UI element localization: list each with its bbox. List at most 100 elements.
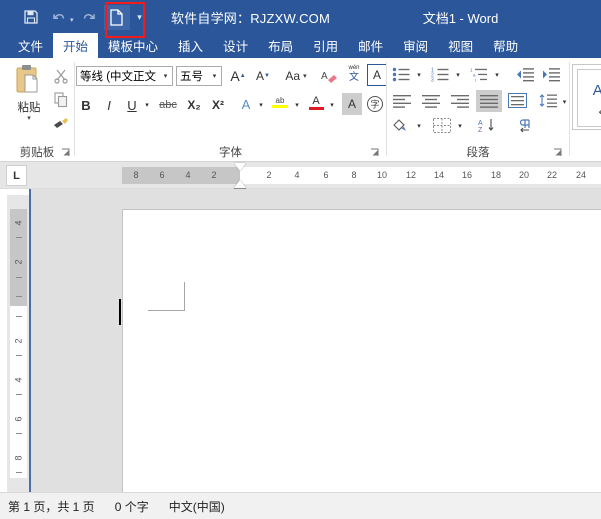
paste-dropdown-icon[interactable]: ▾ [8, 115, 50, 123]
align-center-icon[interactable] [418, 91, 443, 112]
word-window: ▾ ▾ 软件自学网：RJZXW.COM 文档1 - Word 文件 开始 模板中… [0, 0, 601, 519]
show-marks-icon[interactable] [513, 115, 537, 136]
first-line-indent-marker[interactable] [234, 163, 246, 171]
format-painter-icon[interactable] [50, 114, 72, 134]
style-preview-text: AaBl [592, 82, 601, 99]
group-clipboard: 粘贴 ▾ 剪贴板 [0, 58, 74, 162]
multilevel-list-icon[interactable]: 1ai [467, 64, 491, 85]
tab-mailings[interactable]: 邮件 [348, 33, 393, 58]
shading-dropdown-icon[interactable]: ▾ [413, 115, 425, 136]
clipboard-dialog-launcher[interactable] [60, 148, 71, 159]
align-left-icon[interactable] [389, 91, 414, 112]
styles-gallery[interactable]: AaBl ↵ 正 [572, 64, 601, 130]
clipboard-icon [14, 64, 44, 98]
hruler-num-13: 20 [518, 170, 530, 180]
status-word-count[interactable]: 0 个字 [115, 498, 149, 515]
tab-design[interactable]: 设计 [213, 33, 258, 58]
align-right-icon[interactable] [447, 91, 472, 112]
status-bar: 第 1 页，共 1 页 0 个字 中文(中国) [0, 492, 601, 519]
italic-button[interactable]: I [99, 94, 119, 116]
font-color-dropdown-icon[interactable]: ▾ [326, 94, 338, 116]
style-item-normal[interactable]: AaBl ↵ 正 [577, 69, 601, 127]
document-page[interactable] [122, 209, 601, 492]
tab-layout[interactable]: 布局 [258, 33, 303, 58]
document-title: 文档1 - Word [422, 11, 499, 26]
tab-stop-selector[interactable]: L [6, 165, 27, 186]
borders-icon[interactable] [430, 115, 454, 136]
hruler-num-7: 8 [351, 170, 357, 180]
highlight-icon[interactable]: ab [269, 91, 291, 113]
bold-button[interactable]: B [76, 94, 96, 116]
paste-button[interactable]: 粘贴 ▾ [8, 62, 50, 134]
font-size-dropdown-icon[interactable]: ▾ [208, 72, 221, 80]
decrease-indent-icon[interactable] [513, 64, 537, 85]
tab-file[interactable]: 文件 [8, 33, 53, 58]
status-language[interactable]: 中文(中国) [169, 498, 225, 515]
character-shading-icon[interactable]: A [342, 93, 362, 115]
svg-text:3: 3 [431, 78, 434, 83]
horizontal-ruler[interactable]: L 8 6 4 2 2 4 6 8 10 12 14 16 18 20 22 2… [0, 162, 601, 196]
text-effects-icon[interactable]: A [236, 93, 256, 115]
hruler-num-10: 14 [433, 170, 445, 180]
svg-text:字: 字 [371, 99, 380, 110]
increase-indent-icon[interactable] [539, 64, 563, 85]
vruler-num-3: 4 [13, 377, 24, 383]
font-name-value: 等线 (中文正文 [80, 71, 157, 83]
document-left-edge-accent [29, 189, 31, 492]
underline-button[interactable]: U [122, 94, 142, 116]
group-font: 等线 (中文正文 ▾ 五号 ▾ A ▲ A ▼ Aa ▾ A wén 文 A B… [75, 58, 387, 162]
character-border-icon[interactable]: A [367, 64, 387, 86]
text-cursor [119, 299, 121, 325]
superscript-button[interactable]: X² [207, 94, 229, 116]
tab-help[interactable]: 帮助 [483, 33, 528, 58]
borders-dropdown-icon[interactable]: ▾ [454, 115, 466, 136]
tab-home[interactable]: 开始 [53, 33, 99, 58]
font-name-combo[interactable]: 等线 (中文正文 ▾ [76, 66, 173, 86]
bullets-dropdown-icon[interactable]: ▾ [413, 64, 425, 85]
shading-icon[interactable] [389, 115, 413, 136]
horizontal-ruler-track[interactable]: 8 6 4 2 2 4 6 8 10 12 14 16 18 20 22 24 [122, 163, 601, 196]
strikethrough-button[interactable]: abc [155, 94, 181, 116]
font-size-combo[interactable]: 五号 ▾ [176, 66, 222, 86]
hruler-num-15: 24 [575, 170, 587, 180]
tab-review[interactable]: 审阅 [393, 33, 438, 58]
change-case-icon[interactable]: Aa ▾ [281, 65, 311, 87]
highlight-dropdown-icon[interactable]: ▾ [291, 94, 303, 116]
hruler-num-8: 10 [376, 170, 388, 180]
tab-references[interactable]: 引用 [303, 33, 348, 58]
ribbon: 粘贴 ▾ 剪贴板 等线 (中文正文 ▾ 五号 ▾ A ▲ A ▼ Aa ▾ A … [0, 58, 601, 162]
grow-font-icon[interactable]: A ▲ [227, 65, 249, 87]
paragraph-dialog-launcher[interactable] [552, 148, 563, 159]
hruler-num-3: 2 [211, 170, 217, 180]
tab-template-center[interactable]: 模板中心 [98, 33, 168, 58]
tab-view[interactable]: 视图 [438, 33, 483, 58]
font-dialog-launcher[interactable] [369, 148, 380, 159]
bullets-icon[interactable] [389, 64, 413, 85]
tab-insert[interactable]: 插入 [168, 33, 213, 58]
hruler-num-6: 6 [323, 170, 329, 180]
subscript-button[interactable]: X₂ [183, 94, 205, 116]
status-page-info[interactable]: 第 1 页，共 1 页 [8, 498, 95, 515]
shrink-font-icon[interactable]: A ▼ [252, 65, 274, 87]
phonetic-guide-icon[interactable]: wén 文 [344, 63, 364, 85]
underline-dropdown-icon[interactable]: ▾ [141, 94, 153, 116]
numbering-icon[interactable]: 123 [428, 64, 452, 85]
multilevel-dropdown-icon[interactable]: ▾ [491, 64, 503, 85]
cut-icon[interactable] [50, 66, 72, 86]
hanging-indent-marker[interactable] [234, 180, 246, 188]
line-spacing-icon[interactable] [537, 90, 559, 111]
vertical-ruler[interactable]: 4 2 2 4 6 8 [7, 195, 29, 492]
font-name-dropdown-icon[interactable]: ▾ [159, 72, 172, 80]
enclose-character-icon[interactable]: 字 [365, 93, 385, 115]
font-color-icon[interactable]: A [306, 91, 326, 113]
numbering-dropdown-icon[interactable]: ▾ [452, 64, 464, 85]
justify-icon[interactable] [476, 90, 502, 112]
text-effects-dropdown-icon[interactable]: ▾ [255, 94, 267, 116]
copy-icon[interactable] [50, 90, 72, 110]
group-label-font: 字体 [219, 147, 242, 159]
vruler-num-1: 2 [13, 259, 24, 265]
sort-icon[interactable]: AZ [475, 115, 499, 136]
clear-formatting-icon[interactable]: A [318, 65, 342, 87]
document-canvas[interactable] [29, 189, 601, 492]
distribute-icon[interactable] [505, 90, 530, 111]
